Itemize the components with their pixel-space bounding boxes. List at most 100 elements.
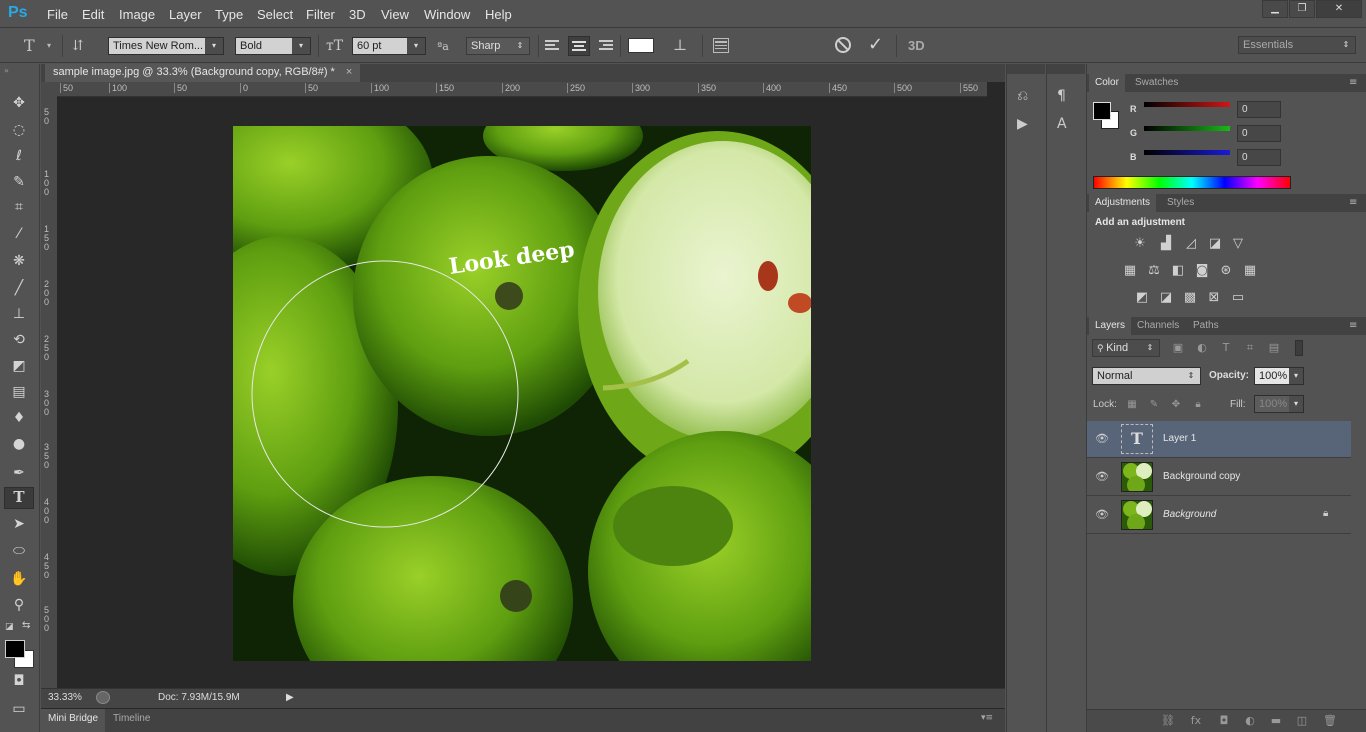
vibrance-icon[interactable]: ▽ xyxy=(1229,236,1247,252)
lock-position-icon[interactable]: ✥ xyxy=(1167,397,1185,413)
panel-menu-icon[interactable]: ≡ xyxy=(1349,77,1357,88)
exposure-icon[interactable]: ◪ xyxy=(1206,236,1224,252)
zoom-tool-icon[interactable]: ⚲ xyxy=(4,594,34,616)
font-style-select[interactable]: Bold ▾ xyxy=(235,37,311,55)
black-white-icon[interactable]: ◧ xyxy=(1169,263,1187,279)
invert-icon[interactable]: ◩ xyxy=(1133,290,1151,306)
filter-pixel-icon[interactable]: ▣ xyxy=(1169,340,1187,356)
crop-tool-icon[interactable]: ⌗ xyxy=(4,196,34,218)
dodge-tool-icon[interactable]: ● xyxy=(4,433,34,455)
font-family-select[interactable]: Times New Rom... ▾ xyxy=(108,37,224,55)
restore-button[interactable]: ❐ xyxy=(1289,0,1315,18)
gradient-tool-icon[interactable]: ▤ xyxy=(4,381,34,403)
delete-layer-icon[interactable]: 🗑︎ xyxy=(1321,713,1339,729)
character-panel-icon[interactable] xyxy=(713,38,729,53)
character-icon[interactable]: A xyxy=(1057,116,1067,132)
menu-help[interactable]: Help xyxy=(485,7,512,22)
menu-select[interactable]: Select xyxy=(257,7,293,22)
path-selection-tool-icon[interactable]: ➤ xyxy=(4,513,34,535)
swap-colors-icon[interactable]: ⇆ xyxy=(22,620,30,631)
pen-tool-icon[interactable]: ✒ xyxy=(4,462,34,484)
gradient-map-icon[interactable]: ▭ xyxy=(1229,290,1247,306)
panel-menu-icon[interactable]: ≡ xyxy=(1349,197,1357,208)
eyedropper-tool-icon[interactable]: ⁄ xyxy=(4,223,34,245)
lock-all-icon[interactable]: 🔒︎ xyxy=(1189,397,1207,413)
tab-mini-bridge[interactable]: Mini Bridge xyxy=(41,709,106,732)
antialias-select[interactable]: Sharp ⇕ xyxy=(466,37,530,55)
paragraph-icon[interactable]: ¶ xyxy=(1057,88,1066,104)
channel-slider-g[interactable] xyxy=(1144,126,1230,131)
close-window-button[interactable]: ✕ xyxy=(1316,0,1362,18)
clone-stamp-tool-icon[interactable]: ⊥ xyxy=(4,303,34,325)
align-left-icon[interactable] xyxy=(545,38,563,54)
3d-mode-button[interactable]: 3D xyxy=(908,38,925,53)
visibility-eye-icon[interactable]: 👁︎ xyxy=(1095,432,1109,445)
lock-transparent-icon[interactable]: ▦ xyxy=(1123,397,1141,413)
status-menu-arrow-icon[interactable]: ▶ xyxy=(286,692,294,703)
font-size-select[interactable]: 60 pt ▾ xyxy=(352,37,426,55)
screen-mode-icon[interactable]: ▭ xyxy=(4,698,34,720)
new-group-icon[interactable]: ▬ xyxy=(1267,713,1285,729)
move-tool-icon[interactable]: ✥ xyxy=(4,92,34,114)
panel-menu-icon[interactable]: ≡ xyxy=(1349,320,1357,331)
tab-timeline[interactable]: Timeline xyxy=(113,713,150,724)
menu-file[interactable]: File xyxy=(47,7,68,22)
tab-styles[interactable]: Styles xyxy=(1161,194,1200,212)
color-lookup-icon[interactable]: ▦ xyxy=(1241,263,1259,279)
layer-row[interactable]: 👁︎ Background copy xyxy=(1087,459,1351,496)
ellipse-tool-icon[interactable]: ⬭ xyxy=(4,540,34,562)
align-right-icon[interactable] xyxy=(595,38,613,54)
menu-window[interactable]: Window xyxy=(424,7,470,22)
brightness-icon[interactable]: ☀ xyxy=(1131,236,1149,252)
quick-select-tool-icon[interactable]: ✎ xyxy=(4,171,34,193)
curves-icon[interactable]: ◿ xyxy=(1182,236,1200,252)
posterize-icon[interactable]: ◪ xyxy=(1157,290,1175,306)
channel-slider-r[interactable] xyxy=(1144,102,1230,107)
text-color-swatch[interactable] xyxy=(628,38,654,53)
menu-edit[interactable]: Edit xyxy=(82,7,104,22)
filter-shape-icon[interactable]: ⌗ xyxy=(1241,340,1259,356)
type-tool-icon[interactable]: T xyxy=(4,487,34,509)
lock-pixels-icon[interactable]: ✎ xyxy=(1145,397,1163,413)
new-layer-icon[interactable]: ◫ xyxy=(1293,713,1311,729)
channel-value-g[interactable]: 0 xyxy=(1237,125,1281,142)
workspace-select[interactable]: Essentials ⇕ xyxy=(1238,36,1356,54)
tab-paths[interactable]: Paths xyxy=(1187,317,1225,335)
channel-slider-b[interactable] xyxy=(1144,150,1230,155)
tab-layers[interactable]: Layers xyxy=(1089,317,1132,335)
lasso-tool-icon[interactable]: ℓ xyxy=(4,145,34,167)
tab-adjustments[interactable]: Adjustments xyxy=(1089,194,1157,212)
close-tab-icon[interactable]: × xyxy=(346,66,352,78)
chevron-down-icon[interactable]: ▾ xyxy=(47,41,51,50)
healing-brush-tool-icon[interactable]: ❋ xyxy=(4,250,34,272)
eraser-tool-icon[interactable]: ◩ xyxy=(4,355,34,377)
channel-value-r[interactable]: 0 xyxy=(1237,101,1281,118)
commit-icon[interactable]: ✓ xyxy=(868,34,883,55)
fill-field[interactable]: 100% ▾ xyxy=(1254,395,1304,413)
panel-menu-icon[interactable]: ▾≡ xyxy=(981,713,993,723)
channel-value-b[interactable]: 0 xyxy=(1237,149,1281,166)
minimize-button[interactable]: ▁ xyxy=(1262,0,1288,18)
zoom-level[interactable]: 33.33% xyxy=(48,692,82,703)
visibility-eye-icon[interactable]: 👁︎ xyxy=(1095,508,1109,521)
marquee-tool-icon[interactable]: ◌ xyxy=(4,119,34,141)
visibility-eye-icon[interactable]: 👁︎ xyxy=(1095,470,1109,483)
share-icon[interactable] xyxy=(96,691,110,704)
menu-3d[interactable]: 3D xyxy=(349,7,366,22)
threshold-icon[interactable]: ▩ xyxy=(1181,290,1199,306)
color-fg-swatch[interactable] xyxy=(1093,102,1111,120)
cancel-icon[interactable] xyxy=(835,37,851,53)
filter-type-icon[interactable]: T xyxy=(1217,340,1235,356)
hand-tool-icon[interactable]: ✋ xyxy=(4,568,34,590)
blur-tool-icon[interactable]: ♦ xyxy=(4,407,34,429)
menu-type[interactable]: Type xyxy=(215,7,243,22)
history-icon[interactable]: ⎌ xyxy=(1017,88,1028,104)
foreground-color-swatch[interactable] xyxy=(5,640,25,658)
quick-mask-icon[interactable]: ◘ xyxy=(4,670,34,692)
filter-toggle[interactable] xyxy=(1295,340,1303,356)
menu-view[interactable]: View xyxy=(381,7,409,22)
canvas-image[interactable]: Look deep xyxy=(233,126,811,661)
layer-name[interactable]: Background xyxy=(1163,509,1216,520)
layer-mask-icon[interactable]: ◘ xyxy=(1215,713,1233,729)
levels-icon[interactable]: ▟ xyxy=(1157,236,1175,252)
